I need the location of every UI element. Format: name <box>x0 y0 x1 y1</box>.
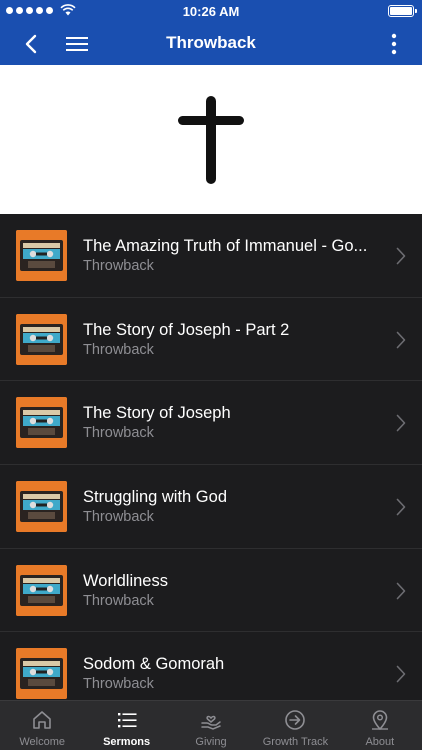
home-icon <box>33 711 52 729</box>
tab-welcome[interactable]: Welcome <box>0 701 84 750</box>
sermon-row[interactable]: The Story of Joseph Throwback <box>0 381 422 466</box>
tab-about[interactable]: About <box>338 701 422 750</box>
sermon-row[interactable]: Struggling with God Throwback <box>0 465 422 549</box>
sermon-title: The Story of Joseph <box>83 404 231 423</box>
tab-label: About <box>365 736 395 748</box>
chevron-right-icon <box>396 498 406 516</box>
sermon-series: Throwback <box>83 258 154 274</box>
sermon-row[interactable]: The Amazing Truth of Immanuel - Go... Th… <box>0 214 422 298</box>
sermon-series: Throwback <box>83 509 154 526</box>
list-icon <box>117 713 137 728</box>
tab-label: Welcome <box>19 736 66 748</box>
sermon-series: Throwback <box>83 676 154 693</box>
sermon-series: Throwback <box>83 425 154 442</box>
location-pin-icon <box>371 710 388 731</box>
more-options-button[interactable] <box>384 22 404 65</box>
sermon-title: Worldliness <box>83 571 168 590</box>
page-title: Throwback <box>166 33 256 52</box>
arrow-circle-icon <box>285 710 306 730</box>
tab-growth-track[interactable]: Growth Track <box>253 701 337 750</box>
tab-bar: Welcome Sermons Giving Growth Track Abou… <box>0 700 422 750</box>
sermon-series: Throwback <box>83 341 154 358</box>
cassette-thumbnail <box>16 397 67 449</box>
sermon-title: The Story of Joseph - Part 2 <box>83 320 290 339</box>
tab-giving[interactable]: Giving <box>169 701 253 750</box>
nav-bar: Throwback <box>0 22 422 65</box>
tab-sermons[interactable]: Sermons <box>84 701 168 750</box>
status-time: 10:26 AM <box>182 4 240 19</box>
chevron-right-icon <box>396 415 406 432</box>
tab-label: Growth Track <box>262 736 329 748</box>
sermon-row[interactable]: Sodom & Gomorah Throwback <box>0 632 422 700</box>
cassette-thumbnail <box>16 230 67 281</box>
giving-hand-icon <box>201 715 221 730</box>
cassette-thumbnail <box>16 648 67 700</box>
cassette-thumbnail <box>16 313 67 365</box>
sermon-title: Sodom & Gomorah <box>83 655 225 674</box>
tab-label: Giving <box>195 736 227 748</box>
chevron-right-icon <box>396 666 406 683</box>
tab-label: Sermons <box>103 736 151 748</box>
sermon-title: The Amazing Truth of Immanuel - Go... <box>83 237 368 255</box>
cross-icon <box>178 95 244 184</box>
chevron-right-icon <box>396 247 406 265</box>
status-bar: 10:26 AM <box>0 0 422 22</box>
cassette-thumbnail <box>16 564 67 616</box>
sermon-row[interactable]: Worldliness Throwback <box>0 549 422 633</box>
battery-icon <box>388 5 417 17</box>
more-vertical-icon <box>391 33 397 54</box>
sermon-series: Throwback <box>83 592 154 609</box>
sermon-row[interactable]: The Story of Joseph - Part 2 Throwback <box>0 298 422 382</box>
series-artwork <box>0 65 422 214</box>
sermon-list: The Amazing Truth of Immanuel - Go... Th… <box>0 214 422 700</box>
chevron-right-icon <box>396 331 406 348</box>
cassette-thumbnail <box>16 481 67 533</box>
chevron-right-icon <box>396 582 406 600</box>
sermon-title: Struggling with God <box>83 488 227 507</box>
